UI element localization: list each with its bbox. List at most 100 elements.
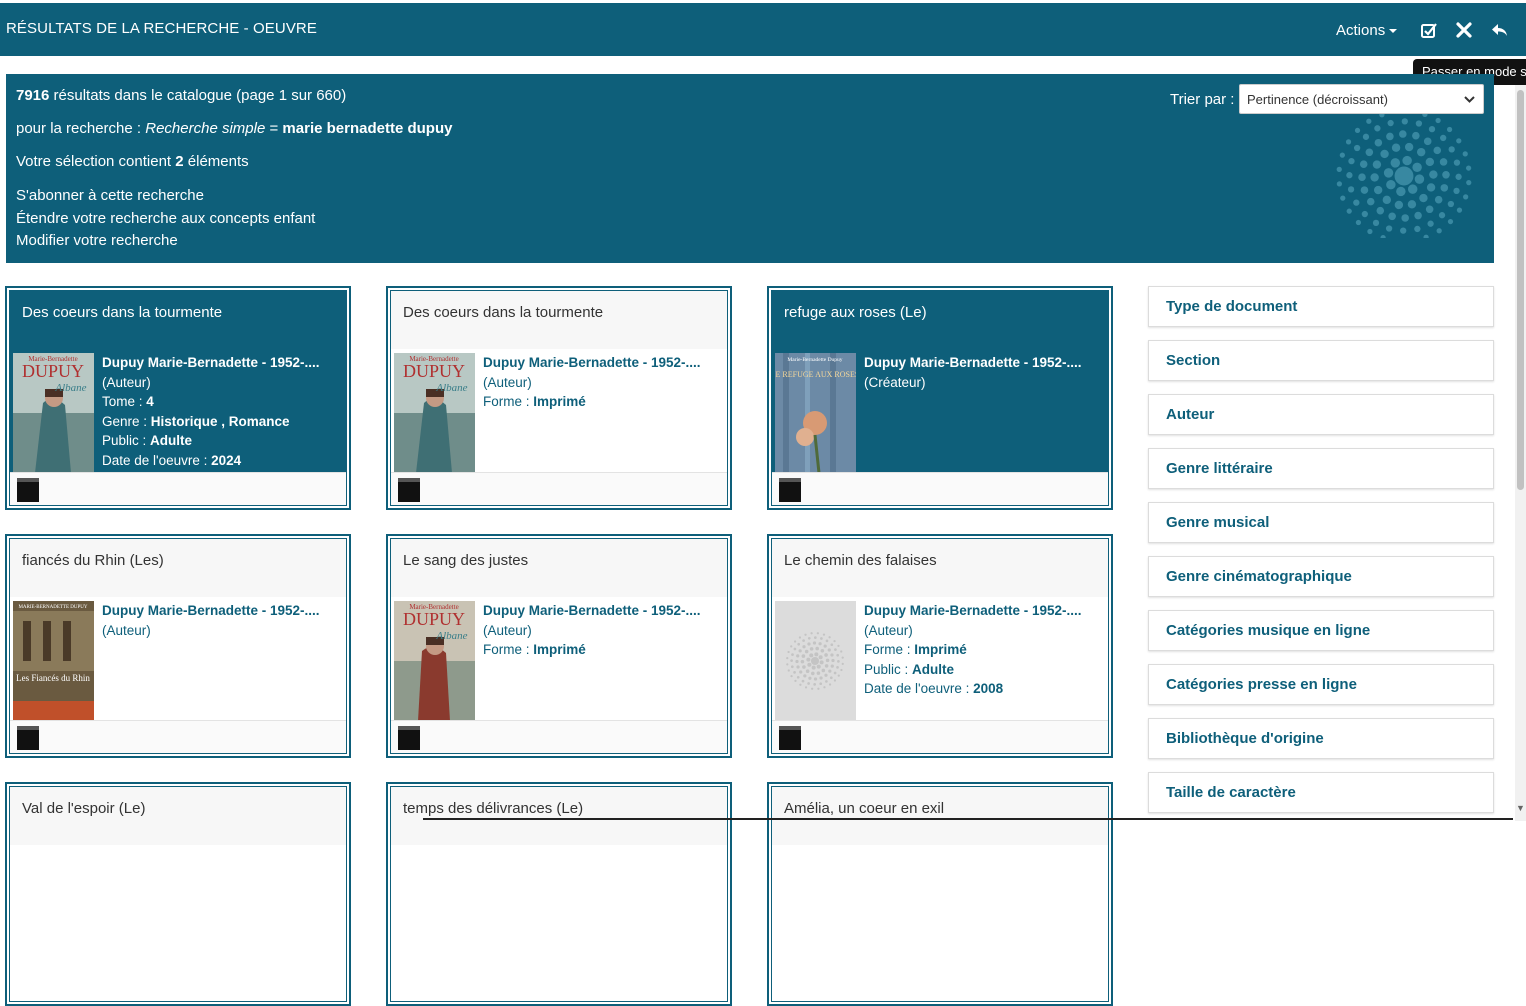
card-title[interactable]: Le sang des justes bbox=[403, 552, 528, 569]
card-title[interactable]: fiancés du Rhin (Les) bbox=[22, 552, 164, 569]
card-title[interactable]: Le chemin des falaises bbox=[784, 552, 937, 569]
logo-dot bbox=[1401, 214, 1409, 222]
page-title: RÉSULTATS DE LA RECHERCHE - OEUVRE bbox=[6, 20, 317, 37]
cover-author-name: DUPUY bbox=[403, 609, 465, 629]
modify-search-link[interactable]: Modifier votre recherche bbox=[16, 232, 178, 249]
book-cover-image[interactable]: Marie-Bernadette DUPUY Albane bbox=[394, 353, 475, 473]
card-title[interactable]: refuge aux roses (Le) bbox=[784, 304, 927, 321]
facet-categories-musique[interactable]: Catégories musique en ligne bbox=[1148, 610, 1494, 651]
logo-dot bbox=[830, 643, 833, 646]
selection-suffix: éléments bbox=[184, 153, 249, 170]
actions-menu-button[interactable]: Actions bbox=[1336, 22, 1397, 39]
logo-dot bbox=[1400, 227, 1406, 233]
logo-dot bbox=[787, 651, 789, 653]
facet-genre-musical[interactable]: Genre musical bbox=[1148, 502, 1494, 543]
result-card[interactable]: fiancés du Rhin (Les) MARIE-BERNADETTE D… bbox=[5, 534, 351, 758]
card-title[interactable]: temps des délivrances (Le) bbox=[403, 800, 583, 817]
card-title[interactable]: Val de l'espoir (Le) bbox=[22, 800, 145, 817]
result-card[interactable]: refuge aux roses (Le) Marie-Bernadette D… bbox=[767, 286, 1113, 510]
card-author[interactable]: Dupuy Marie-Bernadette - 1952-.... bbox=[483, 353, 701, 373]
book-cover-image[interactable]: Marie-Bernadette Dupuy LE REFUGE AUX ROS… bbox=[775, 353, 856, 473]
logo-dot bbox=[1429, 126, 1435, 132]
logo-dot bbox=[1435, 196, 1443, 204]
checkbox-edit-icon[interactable] bbox=[1420, 21, 1438, 39]
logo-dot bbox=[819, 676, 822, 679]
logo-dot bbox=[1340, 195, 1345, 200]
book-cover-image[interactable]: Marie-Bernadette DUPUY Albane bbox=[394, 601, 475, 721]
logo-dot bbox=[824, 653, 828, 657]
logo-dot bbox=[1362, 211, 1368, 217]
query-prefix: pour la recherche : bbox=[16, 120, 145, 137]
card-author[interactable]: Dupuy Marie-Bernadette - 1952-.... bbox=[102, 353, 320, 373]
cover-title: LE REFUGE AUX ROSES bbox=[775, 370, 856, 379]
logo-dot bbox=[813, 641, 816, 644]
logo-dot bbox=[819, 655, 823, 659]
logo-dot bbox=[820, 637, 823, 640]
logo-dot bbox=[1354, 145, 1360, 151]
logo-dot bbox=[828, 670, 831, 673]
date-value: 2008 bbox=[973, 681, 1003, 696]
logo-dot bbox=[791, 653, 794, 656]
extend-search-link[interactable]: Étendre votre recherche aux concepts enf… bbox=[16, 210, 315, 227]
facet-genre-cinematographique[interactable]: Genre cinématographique bbox=[1148, 556, 1494, 597]
facet-categories-presse[interactable]: Catégories presse en ligne bbox=[1148, 664, 1494, 705]
card-title[interactable]: Des coeurs dans la tourmente bbox=[403, 304, 603, 321]
logo-dot bbox=[1374, 125, 1380, 131]
back-arrow-icon[interactable] bbox=[1490, 21, 1508, 39]
query-line: pour la recherche : Recherche simple = m… bbox=[16, 120, 452, 137]
tome-label: Tome : bbox=[102, 394, 146, 409]
logo-dot bbox=[840, 650, 842, 652]
card-author[interactable]: Dupuy Marie-Bernadette - 1952-.... bbox=[864, 601, 1082, 621]
scrollbar-thumb[interactable] bbox=[1517, 90, 1524, 490]
cover-series: Albane bbox=[435, 382, 467, 394]
result-card[interactable]: Amélia, un coeur en exil bbox=[767, 782, 1113, 1006]
book-cover-image[interactable]: Marie-Bernadette DUPUY Albane bbox=[13, 353, 94, 473]
book-cover-image[interactable]: MARIE-BERNADETTE DUPUY Les Fiancés du Rh… bbox=[13, 601, 94, 721]
subscribe-link[interactable]: S'abonner à cette recherche bbox=[16, 187, 204, 204]
logo-dot bbox=[834, 648, 837, 651]
card-title[interactable]: Amélia, un coeur en exil bbox=[784, 800, 944, 817]
date-label: Date de l'oeuvre : bbox=[864, 681, 973, 696]
forme-label: Forme : bbox=[483, 642, 533, 657]
search-summary: 7916 résultats dans le catalogue (page 1… bbox=[6, 74, 1494, 263]
result-card[interactable]: Le chemin des falaises Dupuy Marie-Berna… bbox=[767, 534, 1113, 758]
logo-dot bbox=[1380, 235, 1385, 238]
facet-taille-caractere[interactable]: Taille de caractère bbox=[1148, 772, 1494, 813]
card-meta: Dupuy Marie-Bernadette - 1952-.... (Aute… bbox=[102, 353, 320, 470]
facet-type-document[interactable]: Type de document bbox=[1148, 286, 1494, 327]
logo-dot bbox=[811, 672, 815, 676]
card-author[interactable]: Dupuy Marie-Bernadette - 1952-.... bbox=[102, 601, 320, 621]
facet-section[interactable]: Section bbox=[1148, 340, 1494, 381]
card-author[interactable]: Dupuy Marie-Bernadette - 1952-.... bbox=[864, 353, 1082, 373]
facet-bibliotheque-origine[interactable]: Bibliothèque d'origine bbox=[1148, 718, 1494, 759]
logo-dot bbox=[817, 632, 819, 634]
sort-select[interactable]: Pertinence (décroissant) bbox=[1239, 84, 1484, 114]
query-type: Recherche simple bbox=[145, 120, 265, 137]
result-card[interactable]: Le sang des justes Marie-Bernadette DUPU… bbox=[386, 534, 732, 758]
result-card[interactable]: Des coeurs dans la tourmente Marie-Berna… bbox=[5, 286, 351, 510]
logo-dot bbox=[1383, 196, 1391, 204]
result-card[interactable]: Val de l'espoir (Le) bbox=[5, 782, 351, 1006]
facet-auteur[interactable]: Auteur bbox=[1148, 394, 1494, 435]
card-author[interactable]: Dupuy Marie-Bernadette - 1952-.... bbox=[483, 601, 701, 621]
placeholder-cover-image[interactable] bbox=[775, 601, 856, 721]
selection-count: 2 bbox=[175, 153, 183, 170]
logo-dot bbox=[826, 659, 830, 663]
logo-dot bbox=[1441, 184, 1449, 192]
logo-dot bbox=[1347, 209, 1352, 214]
logo-dot bbox=[1423, 235, 1428, 238]
card-title[interactable]: Des coeurs dans la tourmente bbox=[22, 304, 222, 321]
logo-dot bbox=[831, 659, 834, 662]
logo-dot bbox=[1429, 170, 1437, 178]
logo-dot bbox=[807, 642, 810, 645]
result-card[interactable]: temps des délivrances (Le) bbox=[386, 782, 732, 1006]
scroll-down-arrow-icon[interactable]: ▼ bbox=[1516, 803, 1525, 813]
selection-line: Votre sélection contient 2 éléments bbox=[16, 153, 249, 170]
logo-dot bbox=[1466, 180, 1471, 185]
logo-dot bbox=[811, 657, 819, 665]
facet-genre-litteraire[interactable]: Genre littéraire bbox=[1148, 448, 1494, 489]
book-icon bbox=[16, 725, 40, 751]
logo-dot bbox=[808, 637, 811, 640]
close-icon[interactable] bbox=[1455, 21, 1473, 39]
result-card[interactable]: Des coeurs dans la tourmente Marie-Berna… bbox=[386, 286, 732, 510]
